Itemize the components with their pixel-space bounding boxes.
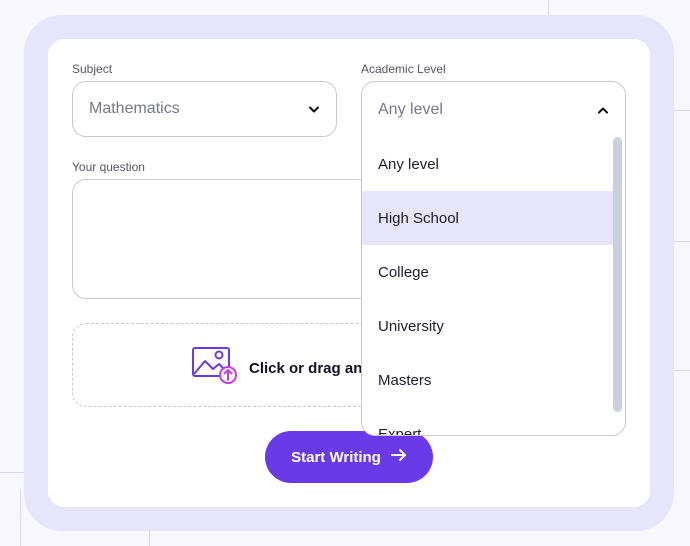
option-university[interactable]: University xyxy=(362,299,614,353)
subject-label: Subject xyxy=(72,62,113,76)
option-college[interactable]: College xyxy=(362,245,614,299)
arrow-right-icon xyxy=(390,448,407,466)
start-writing-label: Start Writing xyxy=(291,448,381,466)
dropdown-scrollbar[interactable] xyxy=(613,137,623,435)
start-writing-button[interactable]: Start Writing xyxy=(265,431,433,483)
chevron-down-icon xyxy=(308,103,320,115)
dropdown-scroll-thumb[interactable] xyxy=(613,137,622,412)
chevron-up-icon xyxy=(597,104,609,116)
question-textarea[interactable] xyxy=(72,179,372,299)
academic-level-dropdown[interactable]: Any level Any level High School College … xyxy=(361,81,626,436)
option-expert[interactable]: Expert xyxy=(362,407,614,436)
academic-level-select[interactable]: Any level xyxy=(362,82,625,138)
upload-text: Click or drag an xyxy=(249,360,363,377)
option-masters[interactable]: Masters xyxy=(362,353,614,407)
upload-dropzone[interactable]: Click or drag an xyxy=(72,323,372,407)
image-upload-icon xyxy=(191,346,237,391)
academic-level-options: Any level High School College University… xyxy=(362,137,614,436)
subject-select[interactable]: Mathematics xyxy=(72,81,337,137)
subject-value: Mathematics xyxy=(89,100,180,117)
question-label: Your question xyxy=(72,160,145,174)
option-any-level[interactable]: Any level xyxy=(362,137,614,191)
academic-level-label: Academic Level xyxy=(361,62,446,76)
academic-level-value: Any level xyxy=(378,101,443,118)
option-high-school[interactable]: High School xyxy=(362,191,614,245)
